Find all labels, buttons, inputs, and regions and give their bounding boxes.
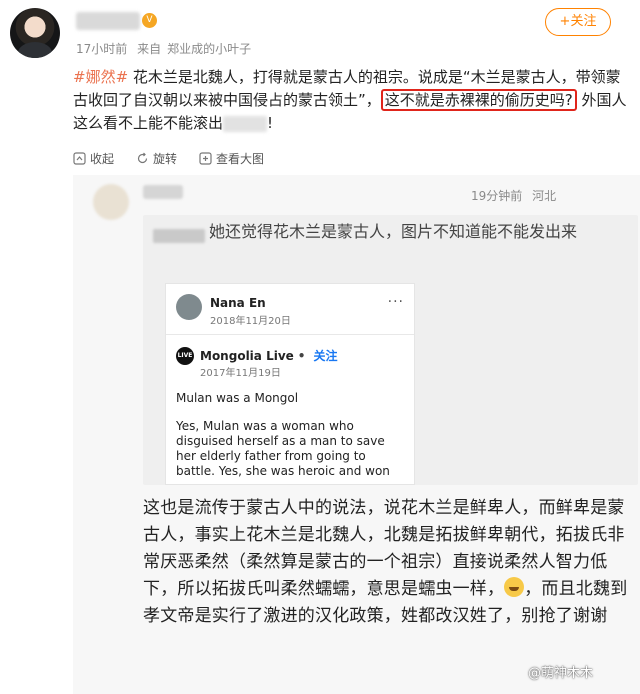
- watermark: @萌神木木: [528, 666, 594, 681]
- comment-time: 19分钟前: [471, 189, 523, 203]
- fb-page-name-row: Mongolia Live • 关注: [200, 347, 337, 364]
- comment-text: 这也是流传于蒙古人中的说法，说花木兰是鲜卑人，而鲜卑是蒙古人，事实上花木兰是北魏…: [143, 495, 638, 630]
- collapse-label: 收起: [90, 152, 115, 166]
- comment-screenshot: 19分钟前 河北 她还觉得花木兰是蒙古人，图片不知道能不能发出来 Nana En…: [73, 175, 640, 694]
- post-body: #娜然# 花木兰是北魏人，打得就是蒙古人的祖宗。说成是“木兰是蒙古人，带领蒙古收…: [73, 66, 633, 135]
- rotate-icon: [137, 152, 148, 164]
- fb-avatar: [176, 294, 202, 320]
- quoted-reply: 她还觉得花木兰是蒙古人，图片不知道能不能发出来 Nana En 2018年11月…: [143, 215, 638, 485]
- fb-shared-post: LIVE Mongolia Live • 关注 2017年11月19日 Mulan …: [166, 334, 414, 484]
- comment-location: 河北: [532, 189, 557, 203]
- collapse-icon: [73, 152, 86, 165]
- follow-button[interactable]: +关注: [545, 8, 611, 36]
- comment-meta: 19分钟前 河北: [471, 187, 562, 204]
- fb-post-date: 2018年11月20日: [210, 316, 291, 327]
- weibo-post: V +关注 17小时前 来自 郑业成的小叶子 #娜然# 花木兰是北魏人，打得就是蒙…: [0, 0, 640, 694]
- commenter-name-redacted: [143, 185, 183, 199]
- username-redacted[interactable]: [76, 12, 140, 30]
- post-time: 17小时前: [76, 42, 128, 56]
- image-actions: 收起 旋转 查看大图: [73, 150, 286, 167]
- view-large-button[interactable]: 查看大图: [199, 150, 264, 167]
- facebook-post-card: Nana En 2018年11月20日 ··· LIVE Mongolia Li…: [165, 283, 415, 485]
- rotate-label: 旋转: [153, 152, 178, 166]
- commenter-avatar: [93, 184, 129, 220]
- rotate-button[interactable]: 旋转: [136, 150, 177, 167]
- avatar[interactable]: [10, 8, 60, 58]
- fb-page-date: 2017年11月19日: [200, 368, 281, 379]
- live-logo-icon: LIVE: [176, 347, 194, 365]
- fb-page-name: Mongolia Live: [200, 349, 294, 363]
- post-source-prefix: 来自: [137, 42, 162, 56]
- avatar-shirt: [18, 42, 52, 58]
- post-text-3: !: [267, 114, 274, 132]
- fb-user-name: Nana En: [210, 296, 266, 310]
- view-large-label: 查看大图: [216, 152, 265, 166]
- vip-badge-icon: V: [142, 13, 157, 28]
- fb-follow-link: 关注: [313, 349, 338, 363]
- view-large-icon: [199, 152, 212, 165]
- post-text-highlight: 这不就是赤裸裸的偷历史吗?: [380, 89, 577, 111]
- more-icon: ···: [387, 294, 404, 310]
- topic-link[interactable]: #娜然#: [73, 68, 128, 86]
- grin-emoji-icon: [504, 577, 525, 597]
- fb-post-title: Mulan was a Mongol: [176, 391, 299, 405]
- collapse-button[interactable]: 收起: [73, 150, 114, 167]
- fb-post-body: Yes, Mulan was a woman who disguised her…: [176, 419, 390, 478]
- fb-dot: •: [297, 349, 306, 363]
- quoted-reply-text: 她还觉得花木兰是蒙古人，图片不知道能不能发出来: [209, 222, 578, 241]
- post-source[interactable]: 郑业成的小叶子: [167, 42, 251, 56]
- redacted-text: [223, 115, 268, 132]
- post-meta: 17小时前 来自 郑业成的小叶子: [76, 40, 257, 57]
- quoted-user-redacted: [153, 229, 205, 243]
